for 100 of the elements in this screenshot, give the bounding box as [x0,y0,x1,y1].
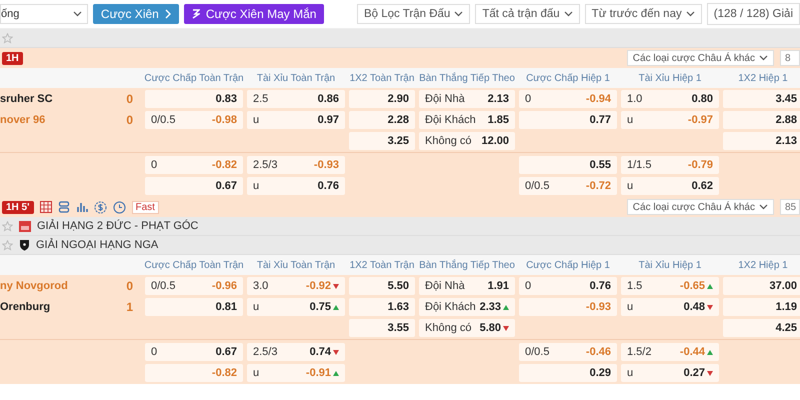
odds-cell[interactable]: 0.81 [145,298,243,316]
handicap-line: u [627,114,634,126]
star-icon[interactable] [2,240,13,250]
odds-cell[interactable]: 2.13 [723,132,800,150]
odds-cell[interactable]: 0/0.5 -0.46 [519,343,617,361]
odds-value: 0.74 [310,346,331,358]
odds-value: -0.82 [212,367,237,379]
handicap-line: 0 [151,346,158,358]
filter-dropdown[interactable]: Từ trước đến nay [584,4,702,24]
odds-cell[interactable]: 2.5/3 0.74 [247,343,345,361]
filter-dropdown[interactable]: Tất cả trận đấu [475,4,580,24]
dollar-circle-icon[interactable] [94,200,107,214]
team-score: 0 [126,279,133,293]
odds-cell[interactable]: Đội Nhà 2.13 [419,90,515,108]
odds-cell[interactable]: 1.19 [723,298,800,316]
grid-icon[interactable] [40,201,52,213]
odds-cell[interactable]: 4.25 [723,319,800,337]
chevron-right-icon [164,9,171,19]
odds-cell[interactable]: 5.50 [349,277,415,295]
odds-cell[interactable]: Đội Khách 1.85 [419,111,515,129]
column-header: Cược Chấp Toàn Trận [144,72,244,84]
clock-icon[interactable] [112,200,126,214]
odds-cell[interactable]: u 0.75 [247,298,345,316]
odds-value: -0.93 [586,301,611,313]
odds-value: 2.90 [388,93,409,105]
odds-value: -0.97 [688,114,713,126]
star-icon[interactable] [2,32,13,44]
filter-dropdown[interactable]: Bộ Lọc Trận Đấu [357,4,470,24]
odds-cell[interactable]: 0 -0.82 [145,156,243,174]
odds-value: 3.25 [388,135,409,147]
market-count[interactable]: 85 [780,199,800,215]
lucky-parlay-button[interactable]: Cược Xiên May Mắn [184,4,324,24]
bet-types-dropdown[interactable]: Các loại cược Châu Á khác [626,50,774,66]
odds-cell[interactable]: Không có 5.80 [419,319,515,337]
odds-cell[interactable]: Đội Khách 2.33 [419,298,515,316]
odds-value: 0.97 [318,114,339,126]
market-count[interactable]: 8 [780,50,800,66]
odds-cell[interactable]: 37.00 [723,277,800,295]
odds-cell[interactable]: 0.77 [519,111,617,129]
chevron-down-icon [564,11,573,17]
odds-value: 0.76 [318,180,339,192]
odds-cell[interactable]: 0/0.5 -0.72 [519,177,617,195]
league-count[interactable]: (128 / 128) Giải [706,3,800,25]
odds-cell[interactable]: 2.88 [723,111,800,129]
odds-cell[interactable]: Đội Nhà 1.91 [419,277,515,295]
league-row[interactable]: GIẢI HẠNG 2 ĐỨC - PHẠT GÓC [0,217,800,236]
list-icon[interactable] [58,201,70,213]
fast-label[interactable]: Fast [132,200,159,214]
odds-value: 1.19 [776,301,797,313]
odds-value: 2.33 [480,301,501,313]
odds-cell[interactable]: 3.25 [349,132,415,150]
chevron-down-icon [454,11,464,17]
star-icon[interactable] [2,220,13,232]
bet-types-dropdown[interactable]: Các loại cược Châu Á khác [626,199,774,215]
odds-cell[interactable]: 0 0.67 [145,343,243,361]
odds-cell[interactable]: 3.55 [349,319,415,337]
odds-cell[interactable]: 0.55 [519,156,617,174]
odds-cell[interactable]: 2.90 [349,90,415,108]
odds-cell[interactable]: Không có 12.00 [419,132,515,150]
odds-cell[interactable]: u 0.97 [247,111,345,129]
odds-cell[interactable]: 3.45 [723,90,800,108]
bar-chart-icon[interactable] [76,201,88,213]
handicap-line: 2.5/3 [253,159,278,171]
odds-value: 5.80 [480,322,501,334]
odds-value: -0.44 [680,346,705,358]
odds-cell[interactable]: 0.67 [145,177,243,195]
column-header: Cược Chấp Hiệp 1 [526,72,610,84]
odds-cell[interactable]: 0/0.5 -0.98 [145,111,243,129]
handicap-line: Không có [425,135,472,147]
odds-value: 2.13 [488,93,509,105]
odds-cell[interactable]: 0 0.76 [519,277,617,295]
odds-value: 0.76 [590,280,611,292]
parlay-button[interactable]: Cược Xiên [92,4,179,24]
sport-select[interactable]: ống [0,4,88,24]
odds-cell[interactable]: 3.0 -0.92 [247,277,345,295]
odds-cell[interactable]: u 0.48 [621,298,719,316]
odds-value: 0.86 [318,93,339,105]
odds-cell[interactable]: u -0.91 [247,364,345,382]
odds-cell[interactable]: 1/1.5 -0.79 [621,156,719,174]
odds-cell[interactable]: 0 -0.94 [519,90,617,108]
odds-cell[interactable]: u 0.27 [621,364,719,382]
odds-cell[interactable]: 1.5 -0.65 [621,277,719,295]
odds-cell[interactable]: 1.5/2 -0.44 [621,343,719,361]
odds-cell[interactable]: u 0.62 [621,177,719,195]
odds-cell[interactable]: 0.83 [145,90,243,108]
odds-cell[interactable]: 0/0.5 -0.96 [145,277,243,295]
odds-cell[interactable]: 0.29 [519,364,617,382]
odds-cell[interactable]: u 0.76 [247,177,345,195]
handicap-line: 0 [525,280,532,292]
odds-cell[interactable]: 2.5/3 -0.93 [247,156,345,174]
handicap-line: u [627,367,634,379]
odds-cell[interactable]: 1.0 0.80 [621,90,719,108]
odds-cell[interactable]: 2.5 0.86 [247,90,345,108]
odds-value: -0.93 [314,159,339,171]
odds-value: -0.92 [306,280,331,292]
league-row[interactable]: GIẢI NGOẠI HẠNG NGA [0,236,800,255]
odds-cell[interactable]: 2.28 [349,111,415,129]
odds-value: 0.80 [692,93,713,105]
odds-cell[interactable]: 1.63 [349,298,415,316]
odds-cell[interactable]: u -0.97 [621,111,719,129]
